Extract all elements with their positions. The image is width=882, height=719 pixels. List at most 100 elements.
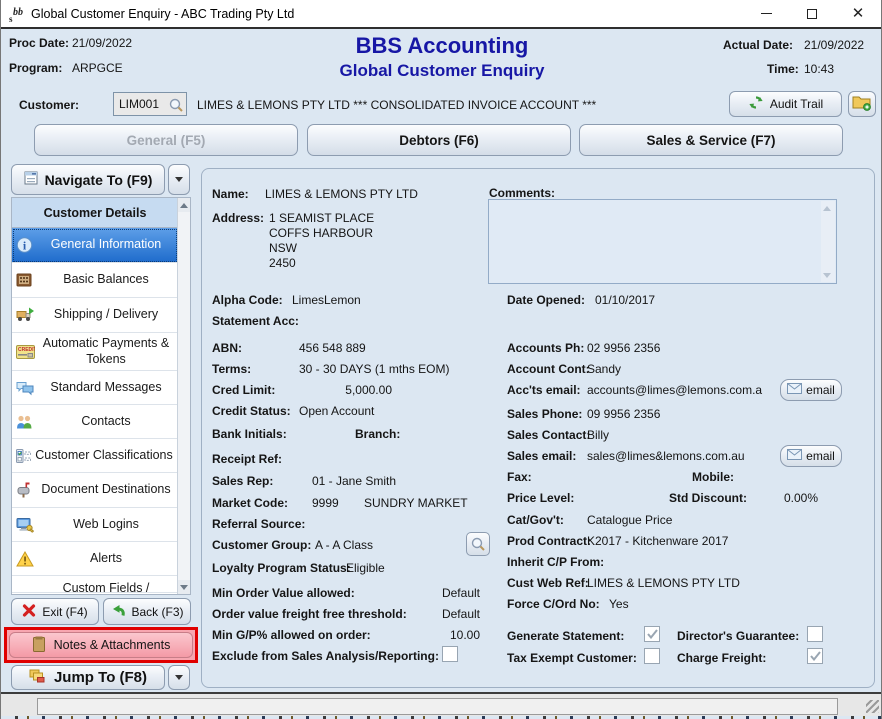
accounts-ph-value: 02 9956 2356: [587, 341, 660, 355]
sales-contact-value: Billy: [587, 428, 609, 442]
receipt-ref-label: Receipt Ref:: [212, 452, 282, 466]
exclude-sales-checkbox[interactable]: [442, 646, 458, 662]
close-button[interactable]: ✕: [835, 0, 881, 27]
add-folder-button[interactable]: [848, 91, 876, 117]
exit-label: Exit (F4): [42, 605, 87, 619]
min-gp-label: Min G/P% allowed on order:: [212, 628, 371, 642]
sidebar-item-standard-messages[interactable]: Standard Messages: [12, 371, 178, 405]
navigate-to-button[interactable]: Navigate To (F9): [11, 164, 165, 195]
sidebar-item-label: General Information: [51, 237, 161, 253]
sidebar-item-web-logins[interactable]: Web Logins: [12, 508, 178, 542]
abn-value: 456 548 889: [299, 341, 366, 355]
prod-contract-label: Prod Contract:: [507, 534, 591, 548]
time-value: 10:43: [804, 62, 834, 76]
tab-debtors-label: Debtors (F6): [399, 133, 479, 148]
actual-date-value: 21/09/2022: [804, 38, 864, 52]
address-line: 2450: [269, 256, 296, 270]
customer-label: Customer:: [19, 98, 79, 112]
cat-govt-value: Catalogue Price: [587, 513, 672, 527]
tax-exempt-checkbox[interactable]: [644, 648, 660, 664]
generate-statement-label: Generate Statement:: [507, 629, 624, 643]
notepad-icon: [32, 636, 46, 655]
customer-group-label: Customer Group:: [212, 538, 311, 552]
sidebar-item-label: Standard Messages: [50, 380, 161, 396]
min-order-value: Default: [402, 586, 480, 600]
customer-group-search-button[interactable]: [466, 532, 490, 556]
cust-web-ref-value: LIMES & LEMONS PTY LTD: [587, 576, 740, 590]
sales-rep-label: Sales Rep:: [212, 474, 273, 488]
charge-freight-checkbox[interactable]: [807, 648, 823, 664]
cust-web-ref-label: Cust Web Ref:: [507, 576, 589, 590]
jump-to-button[interactable]: Jump To (F8): [11, 665, 165, 690]
navigate-to-dropdown[interactable]: [168, 164, 190, 195]
comments-label: Comments:: [489, 186, 555, 200]
comments-scrollbar[interactable]: [821, 201, 835, 282]
address-label: Address:: [212, 211, 264, 225]
svg-text:CREDIT: CREDIT: [18, 347, 35, 353]
sidebar-item-custom-fields[interactable]: Custom Fields /: [12, 576, 178, 593]
exit-x-icon: [22, 604, 36, 620]
notes-attachments-button[interactable]: Notes & Attachments: [9, 632, 193, 658]
sidebar-item-document-destinations[interactable]: Document Destinations: [12, 473, 178, 508]
delivery-truck-icon: [16, 308, 35, 323]
scroll-up-icon[interactable]: [821, 201, 833, 215]
scroll-down-icon[interactable]: [178, 580, 190, 594]
sidebar-item-label: Custom Fields /: [63, 581, 150, 593]
maximize-icon: [807, 9, 817, 19]
sales-email-button[interactable]: email: [780, 445, 842, 467]
directors-guarantee-checkbox[interactable]: [807, 626, 823, 642]
audit-trail-button[interactable]: Audit Trail: [729, 91, 842, 117]
tab-debtors[interactable]: Debtors (F6): [307, 124, 571, 156]
sidebar-item-label: Automatic Payments & Tokens: [36, 336, 176, 367]
customer-search-icon[interactable]: [168, 97, 184, 116]
maximize-button[interactable]: [789, 0, 835, 27]
credit-status-value: Open Account: [299, 404, 374, 418]
sidebar-item-label: Document Destinations: [41, 482, 170, 498]
email-icon: [787, 449, 802, 463]
sidebar-item-label: Web Logins: [73, 517, 139, 533]
sidebar-item-customer-classifications[interactable]: Customer Classifications: [12, 439, 178, 473]
tax-exempt-label: Tax Exempt Customer:: [507, 651, 637, 665]
minimize-button[interactable]: [743, 0, 789, 27]
sales-email-value: sales@limes&lemons.com.au: [587, 449, 777, 463]
people-icon: [16, 414, 33, 429]
sidebar-item-label: Shipping / Delivery: [54, 307, 158, 323]
sidebar-item-shipping-delivery[interactable]: Shipping / Delivery: [12, 298, 178, 333]
sidebar-item-alerts[interactable]: Alerts: [12, 542, 178, 576]
sidebar-scrollbar[interactable]: [177, 198, 190, 594]
sidebar-list: Customer Details i General Information B…: [11, 197, 191, 595]
exit-button[interactable]: Exit (F4): [11, 598, 99, 625]
min-gp-value: 10.00: [402, 628, 480, 642]
accts-email-button[interactable]: email: [780, 379, 842, 401]
bank-initials-label: Bank Initials:: [212, 427, 287, 441]
date-opened-value: 01/10/2017: [595, 293, 655, 307]
resize-grip[interactable]: [866, 700, 879, 713]
tab-sales-service[interactable]: Sales & Service (F7): [579, 124, 843, 156]
sidebar-item-general-information[interactable]: i General Information: [12, 228, 178, 263]
branch-label: Branch:: [355, 427, 400, 441]
sidebar-item-basic-balances[interactable]: Basic Balances: [12, 263, 178, 298]
sidebar-item-contacts[interactable]: Contacts: [12, 405, 178, 439]
scroll-up-icon[interactable]: [178, 198, 190, 212]
customer-code-input[interactable]: LIM001: [113, 92, 187, 116]
chevron-down-icon: [175, 675, 183, 680]
jump-to-dropdown[interactable]: [168, 665, 190, 690]
cat-govt-label: Cat/Gov't:: [507, 513, 564, 527]
scroll-down-icon[interactable]: [821, 268, 833, 282]
sidebar-item-automatic-payments[interactable]: CREDIT Automatic Payments & Tokens: [12, 333, 178, 371]
directors-guarantee-label: Director's Guarantee:: [677, 629, 799, 643]
generate-statement-checkbox[interactable]: [644, 626, 660, 642]
audit-trail-label: Audit Trail: [770, 97, 823, 111]
svg-text:bb: bb: [13, 7, 23, 18]
folder-add-icon: [852, 94, 872, 114]
recycle-icon: [748, 95, 764, 113]
comments-box[interactable]: [488, 199, 837, 284]
navigate-form-icon: [24, 171, 39, 189]
folders-icon: [29, 668, 48, 688]
actual-date-label: Actual Date:: [723, 38, 793, 52]
sales-rep-value: 01 - Jane Smith: [312, 474, 396, 488]
sales-phone-label: Sales Phone:: [507, 407, 582, 421]
back-button[interactable]: Back (F3): [103, 598, 191, 625]
tab-general[interactable]: General (F5): [34, 124, 298, 156]
price-level-label: Price Level:: [507, 491, 574, 505]
